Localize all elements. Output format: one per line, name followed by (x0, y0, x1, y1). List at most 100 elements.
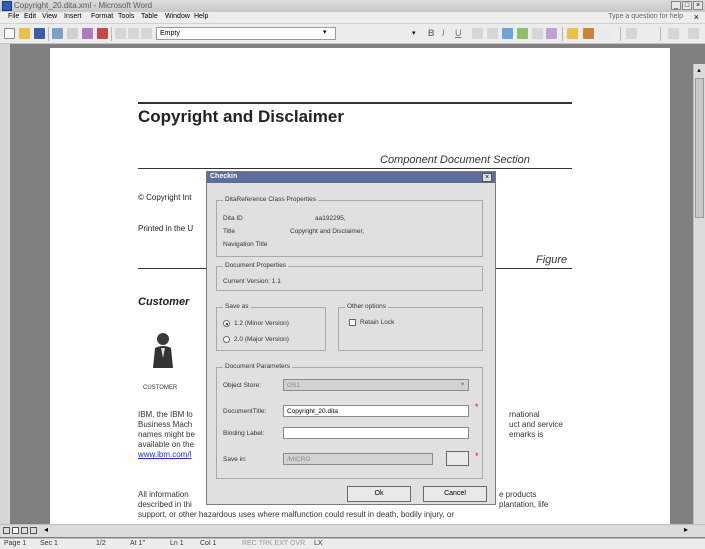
paragraph-line: available on the (138, 440, 195, 449)
maximize-button[interactable]: □ (682, 1, 692, 10)
menu-help[interactable]: Help (194, 13, 208, 20)
style-select[interactable]: Empty (156, 27, 336, 40)
checkin-icon[interactable] (546, 28, 557, 39)
paragraph-line: emarks is (509, 430, 544, 439)
new-doc-icon[interactable] (4, 28, 15, 39)
browse-button[interactable] (446, 451, 469, 466)
retain-lock-checkbox[interactable] (349, 319, 356, 326)
outline-view-icon[interactable] (30, 527, 37, 534)
menu-table[interactable]: Table (141, 13, 158, 20)
required-asterisk: * (475, 402, 479, 412)
status-column: Col 1 (200, 540, 217, 547)
dialog-close-button[interactable]: × (482, 173, 492, 182)
track-changes-icon[interactable] (517, 28, 528, 39)
menu-file[interactable]: File (8, 13, 19, 20)
cancel-button[interactable]: Cancel (423, 486, 487, 502)
save-in-field: /MICRO (283, 453, 433, 465)
status-language: LX (314, 540, 323, 547)
underline-button[interactable]: U (455, 28, 462, 38)
group-legend: Document Parameters (223, 363, 293, 370)
close-document-button[interactable]: × (694, 12, 699, 22)
minor-version-radio[interactable] (223, 320, 230, 327)
menu-edit[interactable]: Edit (24, 13, 36, 20)
globe-icon[interactable] (502, 28, 513, 39)
checkmark-icon[interactable] (600, 28, 611, 39)
customer-figure-icon (153, 333, 173, 368)
horizontal-scrollbar[interactable]: ◂ ▸ (0, 524, 705, 537)
ibm-link[interactable]: www.ibm.com/l (138, 450, 191, 460)
object-store-select[interactable]: OS1 (283, 379, 469, 391)
status-bar: Page 1 Sec 1 1/2 At 1" Ln 1 Col 1 REC TR… (0, 538, 705, 549)
printed-text: Printed in the U (138, 224, 194, 233)
section-rule (138, 168, 572, 169)
document-title-label: DocumentTitle: (223, 408, 267, 415)
document-properties-group: Document Properties Current Version: 1.1 (216, 262, 483, 291)
paragraph-line: support, or other hazardous uses where m… (138, 510, 455, 519)
retain-lock-label: Retain Lock (360, 319, 395, 326)
paragraph-line: e products (499, 490, 537, 499)
copy-icon[interactable] (128, 28, 139, 39)
vertical-ruler (0, 44, 10, 524)
superscript-icon[interactable] (487, 28, 498, 39)
dialog-title-bar[interactable]: Checkin × (207, 172, 495, 183)
menu-tools[interactable]: Tools (118, 13, 134, 20)
cabinet-icon[interactable] (583, 28, 594, 39)
bold-button[interactable]: B (428, 28, 435, 38)
scroll-left-icon[interactable]: ◂ (44, 525, 48, 534)
italic-button[interactable]: I (442, 28, 445, 38)
customer-heading: Customer (138, 296, 190, 308)
ok-button[interactable]: Ok (347, 486, 411, 502)
paragraph-line: names might be (138, 430, 195, 439)
major-version-radio[interactable] (223, 336, 230, 343)
highlight-icon[interactable] (532, 28, 543, 39)
normal-view-icon[interactable] (3, 527, 10, 534)
help-search-box[interactable]: Type a question for help (608, 13, 683, 20)
font-size-dropdown-icon[interactable]: ▾ (412, 29, 416, 37)
vertical-scroll-thumb[interactable] (695, 78, 704, 218)
style-dropdown-icon[interactable]: ▾ (323, 28, 327, 36)
document-title-input[interactable]: Copyright_20.dita (283, 405, 469, 417)
cut-icon[interactable] (115, 28, 126, 39)
print-preview-icon[interactable] (67, 28, 78, 39)
menu-window[interactable]: Window (165, 13, 190, 20)
save-icon[interactable] (34, 28, 45, 39)
columns-icon[interactable] (668, 28, 679, 39)
print-icon[interactable] (52, 28, 63, 39)
document-title: Copyright and Disclaimer (138, 107, 344, 126)
toolbar-options-icon[interactable] (688, 28, 699, 39)
toolbar-separator (48, 27, 49, 41)
dropdown-arrow-icon[interactable]: ▾ (461, 380, 464, 388)
web-layout-icon[interactable] (12, 527, 19, 534)
binding-label-input[interactable] (283, 427, 469, 439)
navigation-title-label: Navigation Title (223, 241, 268, 248)
customer-caption: CUSTOMER (143, 385, 178, 391)
folder-icon[interactable] (567, 28, 578, 39)
toolbar: Empty ▾ ▾ B I U (0, 24, 705, 44)
open-folder-icon[interactable] (19, 28, 30, 39)
close-window-button[interactable]: × (693, 1, 703, 10)
print-layout-icon[interactable] (21, 527, 28, 534)
major-version-label: 2.0 (Major Version) (234, 336, 289, 343)
spelling-icon[interactable] (82, 28, 93, 39)
toolbar-separator (660, 27, 661, 41)
paragraph-line: described in thi (138, 500, 192, 509)
toolbar-separator (562, 27, 563, 41)
title-bar: Copyright_20.dita.xml - Microsoft Word _… (0, 0, 705, 12)
word-app-icon[interactable] (2, 1, 12, 11)
header-rule (138, 102, 572, 104)
symbol-icon[interactable] (472, 28, 483, 39)
layout-icon[interactable] (626, 28, 637, 39)
paragraph-line: uct and service (509, 420, 563, 429)
paste-icon[interactable] (141, 28, 152, 39)
menu-view[interactable]: View (42, 13, 57, 20)
research-icon[interactable] (97, 28, 108, 39)
minimize-button[interactable]: _ (671, 1, 681, 10)
object-store-label: Object Store: (223, 382, 261, 389)
menu-format[interactable]: Format (91, 13, 113, 20)
title-value: Copyright and Disclaimer, (290, 228, 365, 235)
required-asterisk: * (475, 451, 479, 461)
scroll-right-icon[interactable]: ▸ (684, 525, 688, 534)
scroll-up-icon[interactable]: ▴ (693, 66, 705, 76)
dita-id-label: Dita ID (223, 215, 243, 222)
menu-insert[interactable]: Insert (64, 13, 82, 20)
